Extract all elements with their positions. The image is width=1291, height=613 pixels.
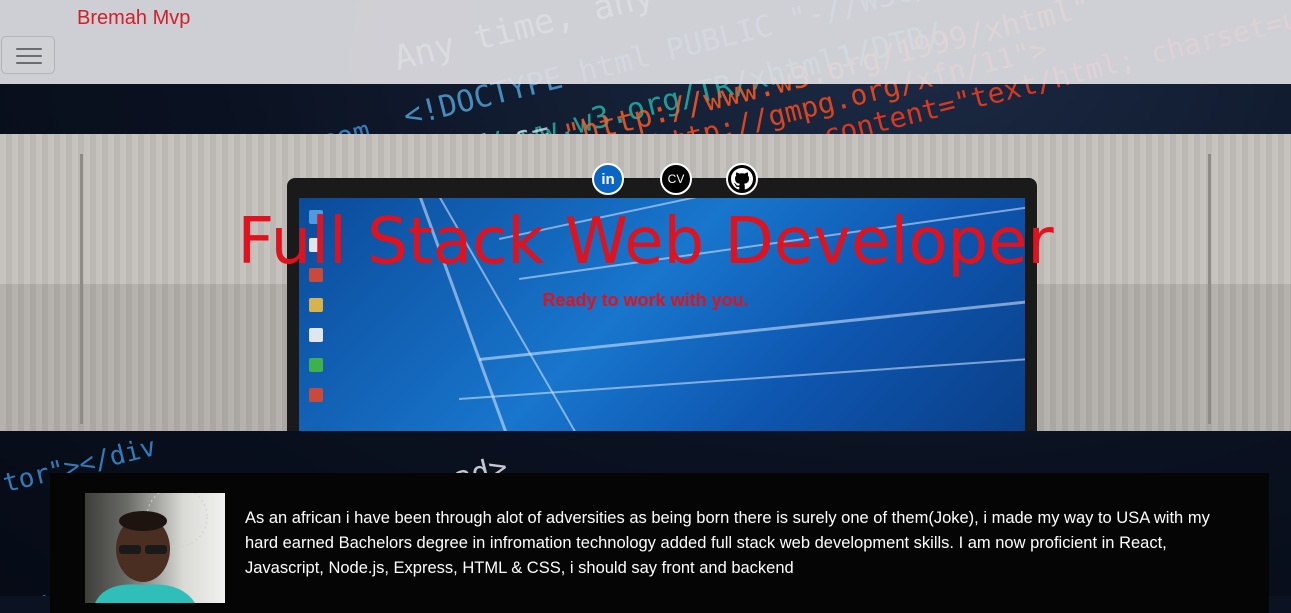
hero-subtitle: Ready to work with you. — [542, 290, 749, 310]
cv-icon: CV — [667, 172, 685, 186]
couch-seam — [1208, 154, 1211, 424]
navbar: Bremah Mvp — [0, 0, 1291, 84]
desktop-icon — [309, 328, 323, 342]
hamburger-icon-line — [16, 62, 42, 64]
hero-title: Full Stack Web Developer — [237, 205, 1054, 279]
couch-seam — [80, 154, 83, 424]
linkedin-link[interactable]: in — [592, 163, 624, 195]
hamburger-icon-line — [16, 55, 42, 57]
hero-banner — [0, 134, 1291, 431]
github-icon — [731, 168, 753, 190]
hamburger-icon — [16, 48, 42, 50]
about-text: As an african i have been through alot o… — [245, 509, 1210, 577]
about-section: As an african i have been through alot o… — [50, 473, 1269, 613]
brand-link[interactable]: Bremah Mvp — [77, 7, 190, 30]
desktop-icon — [309, 388, 323, 402]
github-link[interactable] — [726, 163, 758, 195]
linkedin-icon: in — [601, 170, 615, 188]
navbar-toggler-button[interactable] — [1, 36, 55, 74]
cv-link[interactable]: CV — [660, 163, 692, 195]
desktop-icon — [309, 358, 323, 372]
person-avatar-icon — [95, 493, 208, 603]
profile-photo — [85, 493, 225, 603]
